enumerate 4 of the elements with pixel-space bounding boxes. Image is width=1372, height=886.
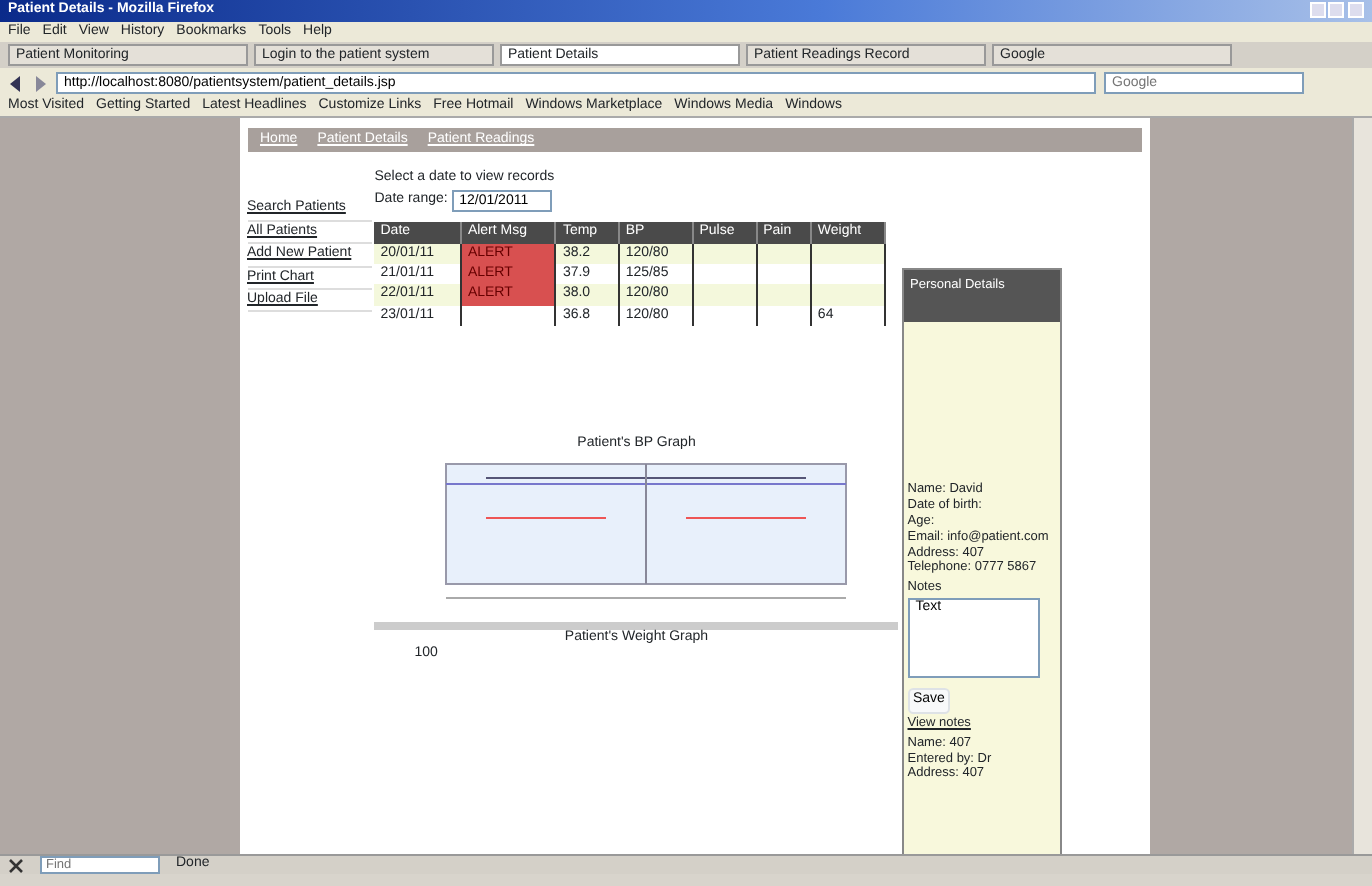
forward-arrow-icon[interactable] <box>32 75 48 91</box>
scrollbar-track[interactable] <box>1352 118 1372 854</box>
back-arrow-icon[interactable] <box>8 75 24 91</box>
scrollbar-track[interactable] <box>374 621 899 630</box>
